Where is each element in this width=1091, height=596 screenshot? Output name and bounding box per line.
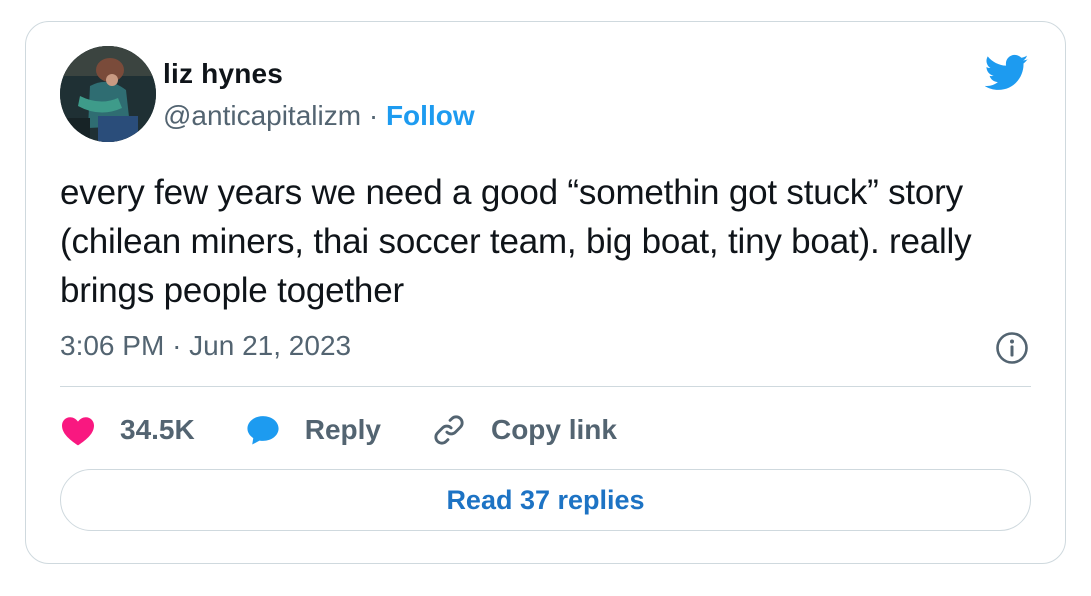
like-count: 34.5K [120, 414, 195, 445]
tweet-text: every few years we need a good “somethin… [60, 173, 972, 310]
tweet-time: 3:06 PM [60, 330, 165, 361]
reply-button[interactable]: Reply [245, 414, 381, 446]
author-name[interactable]: liz hynes [163, 58, 283, 90]
reply-label: Reply [304, 414, 381, 445]
heart-icon [62, 417, 94, 446]
copy-link-button[interactable]: Copy link [431, 412, 617, 448]
handle-separator: · [368, 100, 379, 131]
timestamp-separator: · [172, 330, 182, 361]
avatar-image [60, 46, 156, 142]
avatar[interactable] [60, 46, 156, 142]
speech-bubble-icon [247, 416, 279, 445]
author-handle[interactable]: @anticapitalizm [163, 100, 361, 131]
action-bar: 34.5K Reply Copy link [60, 406, 667, 454]
info-icon[interactable] [995, 331, 1029, 365]
copy-link-label: Copy link [490, 414, 617, 445]
tweet-card: liz hynes @anticapitalizm · Follow every… [25, 21, 1066, 564]
tweet-timestamp[interactable]: 3:06 PM · Jun 21, 2023 [60, 330, 351, 362]
twitter-bird-icon[interactable] [985, 54, 1029, 92]
like-button[interactable]: 34.5K [60, 414, 195, 446]
handle-row: @anticapitalizm · Follow [163, 100, 475, 132]
follow-button[interactable]: Follow [386, 100, 475, 131]
link-icon [434, 415, 464, 445]
divider [60, 386, 1031, 387]
read-replies-label: Read 37 replies [446, 484, 645, 515]
read-replies-button[interactable]: Read 37 replies [60, 469, 1031, 531]
tweet-date: Jun 21, 2023 [189, 330, 352, 361]
